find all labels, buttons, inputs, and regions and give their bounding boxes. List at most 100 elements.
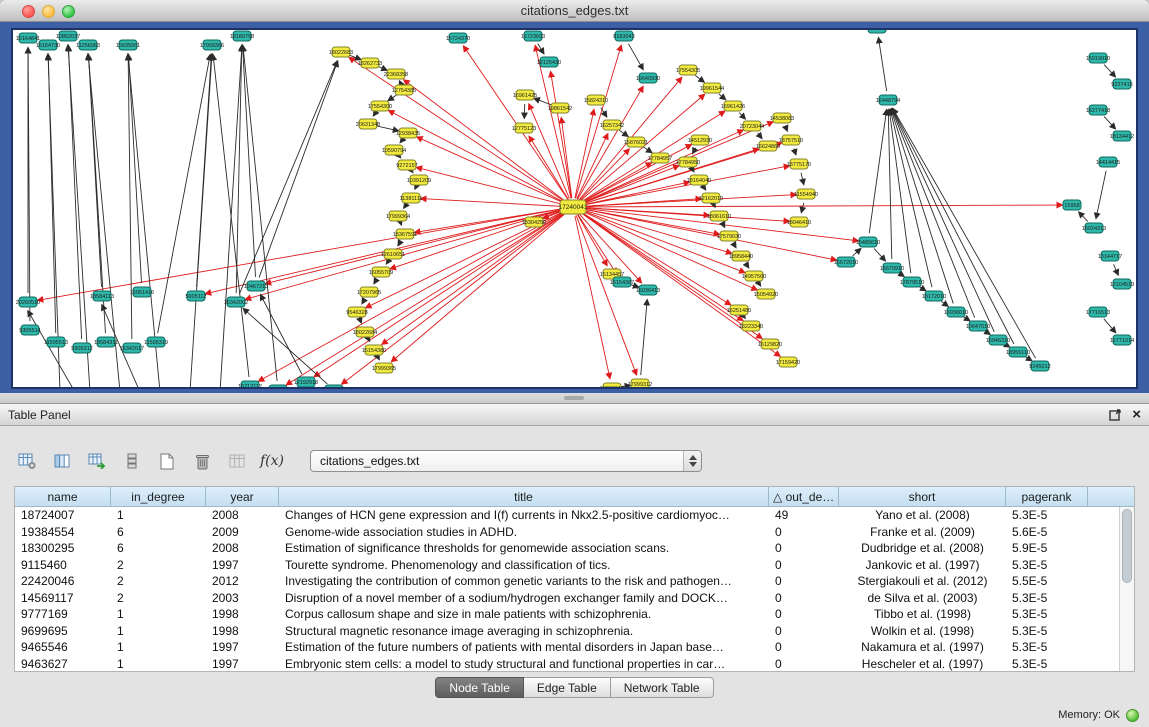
network-window-titlebar[interactable]: citations_edges.txt bbox=[0, 0, 1149, 22]
graph-node-label: 5905312 bbox=[71, 346, 92, 352]
graph-node-label: 18367591 bbox=[393, 232, 417, 238]
graph-edge bbox=[879, 38, 887, 91]
network-window-title: citations_edges.txt bbox=[0, 0, 1149, 21]
table-row[interactable]: 1456911722003Disruption of a novel membe… bbox=[15, 590, 1134, 607]
network-frame: 1724004116164841161647301086203711256963… bbox=[0, 22, 1149, 393]
graph-edge bbox=[619, 130, 627, 136]
graph-node-label: 17999366 bbox=[200, 43, 224, 49]
network-window: citations_edges.txt 17240041161648411616… bbox=[0, 0, 1149, 393]
table-cell: 1997 bbox=[206, 639, 279, 656]
new-table-icon[interactable] bbox=[154, 449, 180, 473]
table-cell: 2003 bbox=[206, 590, 279, 607]
graph-edge bbox=[1104, 65, 1115, 77]
table-row[interactable]: 1830029562008Estimation of significance … bbox=[15, 540, 1134, 557]
table-columns-icon[interactable] bbox=[49, 449, 75, 473]
table-row[interactable]: 946554611997Estimation of the future num… bbox=[15, 639, 1134, 656]
table-cell: 2008 bbox=[206, 540, 279, 557]
table-body: 1872400712008Changes of HCN gene express… bbox=[15, 507, 1134, 672]
column-header-year[interactable]: year bbox=[206, 487, 279, 507]
function-builder-icon[interactable]: f(x) bbox=[259, 449, 285, 473]
graph-node[interactable] bbox=[269, 385, 287, 387]
graph-node-label: 18956110 bbox=[1006, 350, 1030, 356]
graph-node-label: 12104519 bbox=[1110, 282, 1134, 288]
graph-edge bbox=[342, 212, 566, 383]
table-row[interactable]: 2242004622012Investigating the contribut… bbox=[15, 573, 1134, 590]
graph-edge bbox=[28, 311, 75, 387]
column-header-in-degree[interactable]: in_degree bbox=[111, 487, 206, 507]
graph-edge bbox=[582, 205, 1062, 207]
float-panel-icon[interactable] bbox=[1109, 408, 1122, 421]
table-import-icon[interactable] bbox=[84, 449, 110, 473]
minimize-window-button[interactable] bbox=[42, 5, 55, 18]
table-row[interactable]: 1938455462009Genome-wide association stu… bbox=[15, 524, 1134, 541]
graph-node-label: 18180758 bbox=[230, 34, 254, 40]
graph-edge bbox=[1079, 212, 1088, 221]
table-selector-dropdown[interactable]: citations_edges.txt bbox=[310, 450, 702, 472]
graph-edge bbox=[417, 137, 565, 203]
row-height-icon[interactable] bbox=[119, 449, 145, 473]
network-canvas[interactable]: 1724004116164841161647301086203711256963… bbox=[13, 30, 1136, 387]
graph-node-label: 16024313 bbox=[1082, 226, 1106, 232]
graph-node-label: 16679910 bbox=[880, 266, 904, 272]
graph-edge bbox=[89, 55, 102, 287]
graph-edge bbox=[581, 130, 743, 203]
dropdown-arrows-icon bbox=[683, 451, 701, 471]
table-row[interactable]: 1872400712008Changes of HCN gene express… bbox=[15, 507, 1134, 524]
zoom-window-button[interactable] bbox=[62, 5, 75, 18]
graph-edge bbox=[746, 264, 749, 268]
graph-node-label: 11595513 bbox=[44, 340, 68, 346]
graph-edge bbox=[388, 95, 396, 100]
tab-network-table[interactable]: Network Table bbox=[611, 677, 714, 698]
graph-edge bbox=[404, 205, 406, 208]
table-panel-header: Table Panel × bbox=[0, 404, 1149, 426]
table-cell: Wolkin et al. (1998) bbox=[839, 623, 1006, 640]
graph-edge bbox=[1104, 117, 1115, 129]
graph-node-label: 17999364 bbox=[386, 214, 410, 220]
table-cell: Jankovic et al. (1997) bbox=[839, 557, 1006, 574]
graph-node-label: 12125430 bbox=[537, 60, 561, 66]
graph-edge bbox=[582, 195, 796, 207]
delete-table-icon[interactable] bbox=[189, 449, 215, 473]
table-cell: 0 bbox=[769, 557, 839, 574]
table-cell: 5.6E-5 bbox=[1006, 524, 1088, 541]
graph-node[interactable] bbox=[325, 385, 343, 387]
column-header-pagerank[interactable]: pagerank bbox=[1006, 487, 1088, 507]
graph-edge bbox=[628, 44, 643, 70]
tab-edge-table[interactable]: Edge Table bbox=[524, 677, 611, 698]
table-tabs: Node Table Edge Table Network Table bbox=[14, 677, 1135, 698]
graph-node-label: 16771014 bbox=[1110, 338, 1134, 344]
graph-edge bbox=[261, 295, 302, 374]
table-row[interactable]: 911546021997Tourette syndrome. Phenomeno… bbox=[15, 557, 1134, 574]
graph-edge bbox=[899, 273, 903, 276]
graph-node-label: 18022683 bbox=[329, 50, 353, 56]
graph-node-label: 9227415 bbox=[1111, 82, 1132, 88]
table-cell: 5.3E-5 bbox=[1006, 507, 1088, 524]
table-settings-icon[interactable] bbox=[14, 449, 40, 473]
graph-node-label: 18757510 bbox=[779, 138, 803, 144]
graph-edge bbox=[580, 212, 742, 320]
graph-node-label: 18304250 bbox=[522, 220, 546, 226]
column-header-short[interactable]: short bbox=[839, 487, 1006, 507]
close-panel-icon[interactable]: × bbox=[1132, 408, 1141, 422]
table-cell: 1 bbox=[111, 606, 206, 623]
table-row[interactable]: 977716911998Corpus callosum shape and si… bbox=[15, 606, 1134, 623]
column-header-out-degree[interactable]: △ out_de… bbox=[769, 487, 839, 507]
column-header-name[interactable]: name bbox=[15, 487, 111, 507]
column-header-title[interactable]: title bbox=[279, 487, 769, 507]
table-cell: Changes of HCN gene expression and I(f) … bbox=[279, 507, 769, 524]
graph-edge bbox=[561, 118, 572, 198]
panel-splitter[interactable] bbox=[0, 393, 1149, 403]
table-row[interactable]: 969969511998Structural magnetic resonanc… bbox=[15, 623, 1134, 640]
table-panel-title: Table Panel bbox=[8, 408, 71, 422]
table-cell: Yano et al. (2008) bbox=[839, 507, 1006, 524]
close-window-button[interactable] bbox=[22, 5, 35, 18]
table-scrollbar[interactable] bbox=[1119, 507, 1134, 671]
tab-node-table[interactable]: Node Table bbox=[435, 677, 524, 698]
graph-edge bbox=[243, 46, 277, 381]
table-row[interactable]: 946362711997Embryonic stem cells: a mode… bbox=[15, 656, 1134, 673]
graph-node-label: 17784957 bbox=[648, 156, 672, 162]
graph-edge bbox=[890, 110, 932, 288]
graph-node-label: 15958 bbox=[1064, 203, 1079, 209]
table-scrollbar-thumb[interactable] bbox=[1122, 509, 1132, 583]
splitter-grip-icon[interactable] bbox=[564, 396, 584, 400]
